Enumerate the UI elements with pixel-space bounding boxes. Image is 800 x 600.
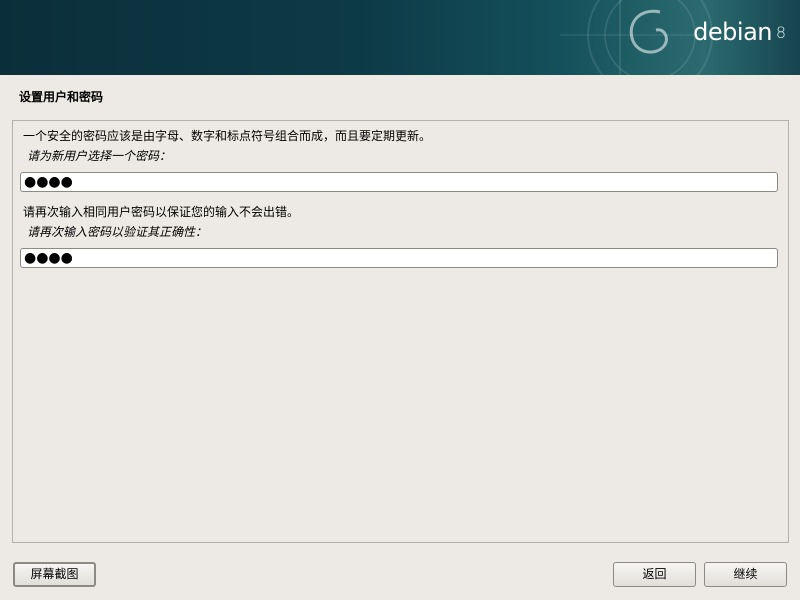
verify-password-input[interactable]: ●●●●	[20, 248, 778, 268]
debian-wordmark: debian	[693, 18, 772, 46]
verify-prompt-label: 请再次输入密码以验证其正确性：	[27, 225, 208, 239]
password-input[interactable]: ●●●●	[20, 172, 778, 192]
back-button[interactable]: 返回	[613, 562, 696, 587]
password-intro-text: 一个安全的密码应该是由字母、数字和标点符号组合而成，而且要定期更新。	[23, 129, 432, 143]
screenshot-button[interactable]: 屏幕截图	[13, 562, 96, 587]
page-title: 设置用户和密码	[19, 90, 104, 104]
password-prompt-label: 请为新用户选择一个密码：	[27, 149, 172, 163]
form-panel: 一个安全的密码应该是由字母、数字和标点符号组合而成，而且要定期更新。 请为新用户…	[12, 120, 789, 543]
installer-window: debian 8 设置用户和密码 一个安全的密码应该是由字母、数字和标点符号组合…	[0, 0, 800, 600]
debian-version: 8	[775, 23, 786, 42]
continue-button[interactable]: 继续	[704, 562, 787, 587]
debian-banner: debian 8	[0, 0, 800, 75]
verify-info-text: 请再次输入相同用户密码以保证您的输入不会出错。	[23, 205, 300, 219]
